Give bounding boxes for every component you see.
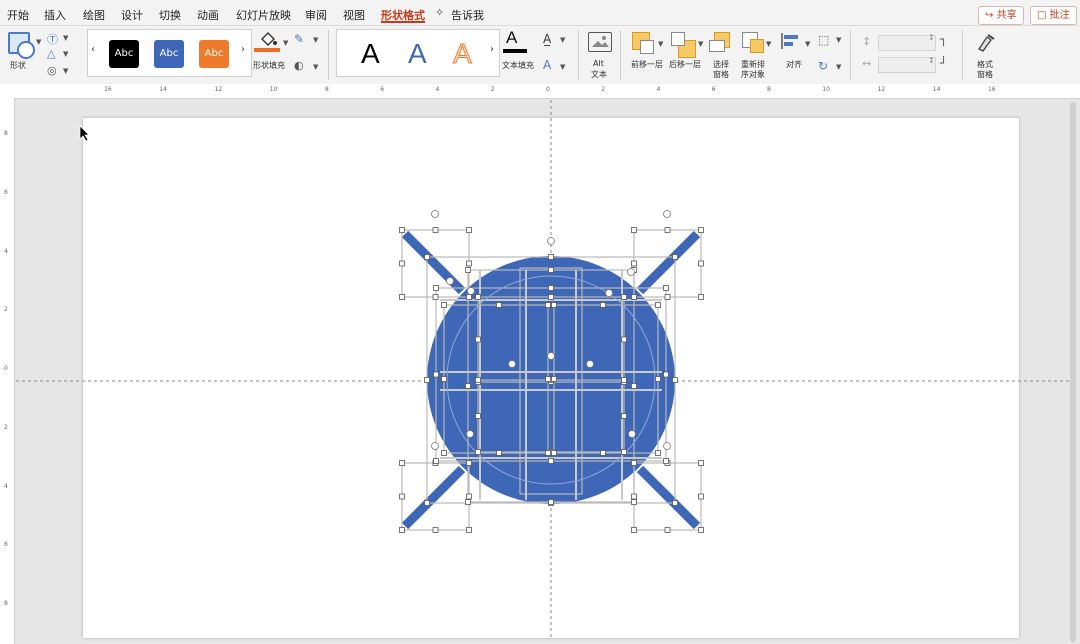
resize-handle[interactable] [655,450,661,456]
resize-handle[interactable] [399,227,405,233]
resize-handle[interactable] [631,499,637,505]
rotation-handle[interactable] [586,360,594,368]
rotation-handle[interactable] [628,430,636,438]
rotation-handle[interactable] [466,430,474,438]
resize-handle[interactable] [548,254,554,260]
resize-handle[interactable] [631,460,637,466]
resize-handle[interactable] [621,294,627,300]
resize-handle[interactable] [663,458,669,464]
resize-handle[interactable] [466,527,472,533]
resize-handle[interactable] [698,527,704,533]
resize-handle[interactable] [441,376,447,382]
resize-handle[interactable] [698,260,704,267]
slide-overlay [16,100,1070,640]
resize-handle[interactable] [475,377,481,383]
rotation-handle[interactable] [508,360,516,368]
resize-handle[interactable] [466,227,472,233]
resize-handle[interactable] [399,460,405,466]
diagonal-bar-bottom-left[interactable] [401,465,466,530]
diagonal-bar-top-right[interactable] [636,230,701,295]
resize-handle[interactable] [655,302,661,308]
resize-handle[interactable] [548,285,554,291]
rotation-handle[interactable] [663,210,671,218]
resize-handle[interactable] [424,500,430,506]
resize-handle[interactable] [475,413,481,419]
rotation-handle[interactable] [431,442,439,450]
resize-handle[interactable] [399,260,405,267]
resize-handle[interactable] [621,336,627,343]
rotation-handle[interactable] [663,442,671,450]
mouse-cursor-icon [79,125,90,142]
resize-handle[interactable] [465,499,471,505]
resize-handle[interactable] [672,254,678,260]
resize-handle[interactable] [551,302,557,308]
resize-handle[interactable] [631,383,637,389]
resize-handle[interactable] [548,499,554,505]
rotation-handle[interactable] [446,277,454,285]
resize-handle[interactable] [441,302,447,308]
resize-handle[interactable] [475,294,481,300]
diagonal-bar-bottom-right[interactable] [636,465,701,530]
resize-handle[interactable] [621,413,627,419]
resize-handle[interactable] [399,294,405,300]
resize-handle[interactable] [551,450,557,456]
resize-handle[interactable] [621,377,627,383]
resize-handle[interactable] [548,294,554,300]
resize-handle[interactable] [424,377,430,383]
resize-handle[interactable] [698,460,704,466]
resize-handle[interactable] [664,527,671,533]
resize-handle[interactable] [551,376,557,382]
resize-handle[interactable] [399,493,405,500]
resize-handle[interactable] [664,227,671,233]
resize-handle[interactable] [466,294,472,300]
resize-handle[interactable] [600,302,606,308]
rotation-handle[interactable] [605,289,613,297]
resize-handle[interactable] [631,227,637,233]
resize-handle[interactable] [399,527,405,533]
resize-handle[interactable] [432,227,439,233]
resize-handle[interactable] [631,527,637,533]
resize-handle[interactable] [433,458,439,464]
resize-handle[interactable] [545,450,551,456]
rotation-handle[interactable] [431,210,439,218]
resize-handle[interactable] [631,260,637,267]
resize-handle[interactable] [466,493,472,500]
resize-handle[interactable] [698,227,704,233]
resize-handle[interactable] [496,450,502,456]
resize-handle[interactable] [432,294,439,300]
rotation-handle[interactable] [547,352,555,360]
resize-handle[interactable] [663,285,669,291]
resize-handle[interactable] [631,294,637,300]
resize-handle[interactable] [466,260,472,267]
resize-handle[interactable] [465,267,471,273]
resize-handle[interactable] [465,383,471,389]
resize-handle[interactable] [496,302,502,308]
rotation-handle[interactable] [467,287,475,295]
resize-handle[interactable] [698,294,704,300]
resize-handle[interactable] [548,267,554,273]
resize-handle[interactable] [475,449,481,455]
resize-handle[interactable] [545,376,551,382]
resize-handle[interactable] [432,527,439,533]
resize-handle[interactable] [475,336,481,343]
resize-handle[interactable] [424,254,430,260]
resize-handle[interactable] [433,371,439,378]
resize-handle[interactable] [621,449,627,455]
resize-handle[interactable] [655,376,661,382]
rotation-handle[interactable] [627,268,635,276]
resize-handle[interactable] [466,460,472,466]
resize-handle[interactable] [698,493,704,500]
resize-handle[interactable] [663,371,669,378]
resize-handle[interactable] [631,493,637,500]
resize-handle[interactable] [545,302,551,308]
resize-handle[interactable] [672,500,678,506]
resize-handle[interactable] [441,450,447,456]
resize-handle[interactable] [600,450,606,456]
resize-handle[interactable] [664,294,671,300]
resize-handle[interactable] [548,458,554,464]
resize-handle[interactable] [672,377,678,383]
resize-handle[interactable] [433,285,439,291]
rotation-handle[interactable] [547,237,555,245]
